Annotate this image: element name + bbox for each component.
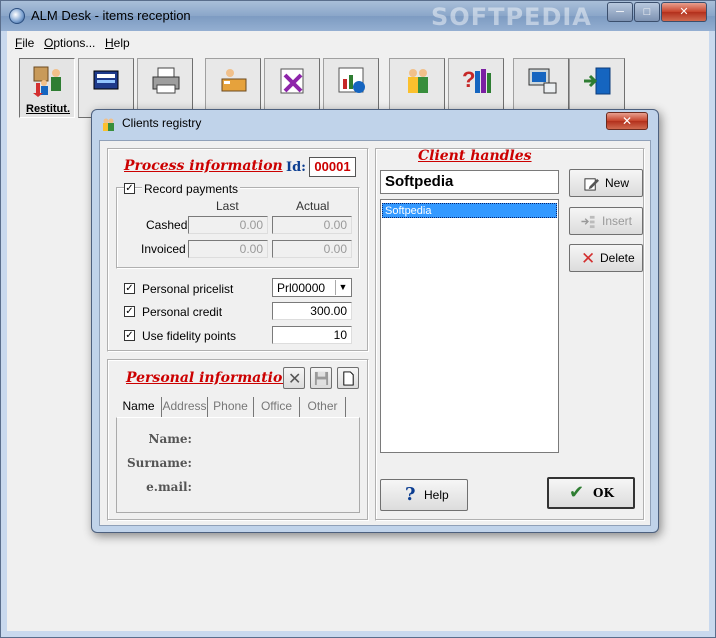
handle-input[interactable]: Softpedia [380, 170, 559, 194]
printer-icon [152, 67, 180, 94]
client-handles-title: Client handles [418, 148, 532, 164]
cancel-document-icon [280, 68, 304, 94]
delete-button[interactable]: ✕ Delete [569, 244, 643, 272]
personal-credit-checkbox[interactable]: ✓ [124, 306, 135, 317]
computer-icon [528, 68, 557, 94]
restitution-icon [33, 66, 61, 97]
new-button[interactable]: New [569, 169, 643, 197]
dialog-body: Process information Id: 00001 ✓ Record p… [99, 140, 651, 526]
id-label: Id: [286, 160, 306, 175]
fidelity-points-checkbox[interactable]: ✓ [124, 330, 135, 341]
title-bar[interactable]: ALM Desk - items reception SOFTPEDIA ─ □… [1, 1, 715, 31]
menu-file[interactable]: File [15, 36, 34, 50]
fidelity-points-field[interactable]: 10 [272, 326, 352, 344]
surname-label: Surname: [127, 456, 192, 470]
id-value: 00001 [309, 157, 356, 177]
fidelity-points-label: Use fidelity points [142, 329, 237, 343]
edit-pencil-icon [584, 178, 599, 191]
record-payments-label: Record payments [142, 182, 241, 196]
cashed-last-field[interactable]: 0.00 [188, 216, 268, 234]
save-button[interactable] [310, 367, 332, 389]
clients-icon [408, 69, 428, 93]
handles-list: Softpedia [380, 199, 559, 453]
personal-pricelist-label: Personal pricelist [142, 282, 234, 296]
record-payments-checkbox[interactable]: ✓ [124, 183, 135, 194]
window-title: ALM Desk - items reception [31, 8, 191, 23]
menu-options[interactable]: Options... [44, 36, 95, 50]
close-button[interactable]: ✕ [661, 2, 707, 22]
personal-credit-label: Personal credit [142, 305, 223, 319]
help-question-icon: ? [405, 484, 416, 505]
personal-pricelist-checkbox[interactable]: ✓ [124, 283, 135, 294]
restitution-button[interactable]: Restitut. [19, 58, 75, 118]
close-icon: ✕ [679, 6, 689, 18]
chevron-down-icon: ▼ [335, 280, 350, 295]
close-icon: ✕ [621, 114, 633, 128]
tab-office[interactable]: Office [254, 397, 300, 417]
cashed-label: Cashed [146, 218, 188, 232]
exit-door-icon [584, 67, 611, 95]
minimize-button[interactable]: ─ [607, 2, 633, 22]
tab-name[interactable]: Name [116, 397, 162, 417]
menu-bar: File Options... Help [7, 31, 709, 55]
main-window: ALM Desk - items reception SOFTPEDIA ─ □… [0, 0, 716, 638]
clear-button[interactable]: ✕ [283, 367, 305, 389]
maximize-icon: □ [643, 6, 651, 18]
new-document-button[interactable] [337, 367, 359, 389]
maximize-button[interactable]: □ [634, 2, 660, 22]
help-books-icon: ? [462, 67, 491, 93]
x-icon: ✕ [288, 371, 302, 388]
app-icon [9, 8, 25, 24]
help-button[interactable]: ? Help [380, 479, 468, 511]
delete-x-icon: ✕ [581, 249, 596, 268]
name-label: Name: [148, 432, 192, 446]
tab-phone[interactable]: Phone [208, 397, 254, 417]
col-last-header: Last [216, 199, 239, 213]
dialog-close-button[interactable]: ✕ [606, 112, 648, 130]
insert-icon [581, 215, 595, 229]
invoiced-last-field[interactable]: 0.00 [188, 240, 268, 258]
report-chart-icon [338, 67, 365, 93]
dialog-title: Clients registry [122, 116, 202, 130]
minimize-icon: ─ [616, 6, 624, 18]
ok-button[interactable]: ✔ OK [547, 477, 635, 509]
clients-small-icon [103, 118, 114, 131]
personal-tabs: Name Address Phone Office Other [116, 397, 360, 417]
pricelist-select[interactable]: Prl00000 ▼ [272, 278, 352, 297]
tab-address[interactable]: Address [162, 397, 208, 417]
check-icon: ✔ [569, 482, 585, 502]
insert-button[interactable]: Insert [569, 207, 643, 235]
list-item[interactable]: Softpedia [382, 203, 557, 218]
svg-text:?: ? [462, 67, 475, 92]
menu-help[interactable]: Help [105, 36, 130, 50]
email-label: e.mail: [146, 480, 192, 494]
dialog-title-bar[interactable]: Clients registry ✕ [92, 110, 658, 136]
col-actual-header: Actual [296, 199, 330, 213]
watermark: SOFTPEDIA [431, 3, 592, 31]
stack-icon [93, 70, 119, 90]
register-icon [221, 69, 247, 92]
document-icon [343, 371, 354, 386]
process-info-title: Process information [124, 158, 283, 174]
floppy-icon [314, 371, 329, 386]
personal-credit-field[interactable]: 300.00 [272, 302, 352, 320]
clients-registry-dialog: Clients registry ✕ Process information I… [91, 109, 659, 533]
tab-other[interactable]: Other [300, 397, 346, 417]
invoiced-actual-field[interactable]: 0.00 [272, 240, 352, 258]
restitution-label: Restitut. [26, 103, 70, 115]
personal-info-title: Personal information [126, 370, 293, 386]
invoiced-label: Invoiced [141, 242, 186, 256]
cashed-actual-field[interactable]: 0.00 [272, 216, 352, 234]
